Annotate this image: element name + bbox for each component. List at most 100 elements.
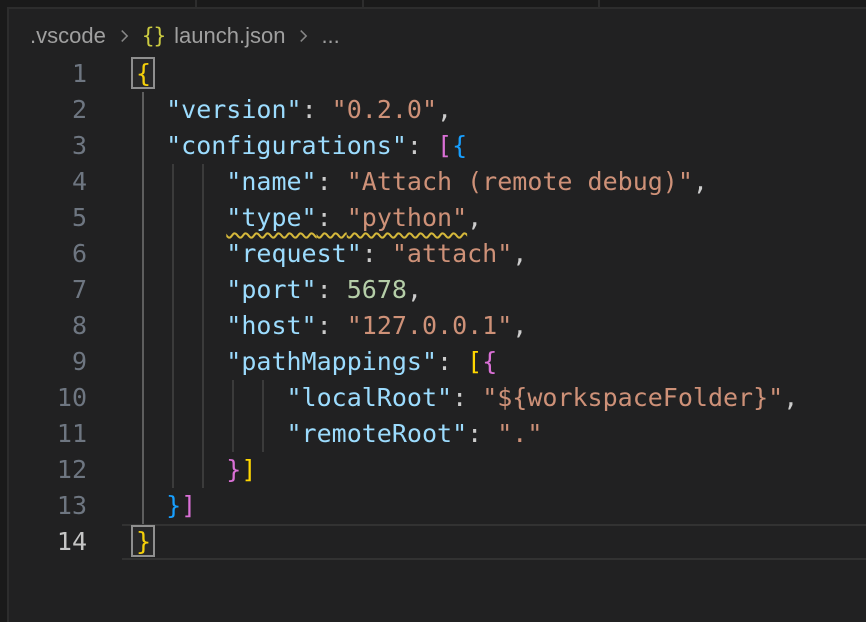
indent-guide xyxy=(142,128,144,164)
code-line[interactable]: 8"host": "127.0.0.1", xyxy=(9,308,866,344)
code-line[interactable]: 7"port": 5678, xyxy=(9,272,866,308)
breadcrumb: .vscode {} launch.json ... xyxy=(30,21,340,51)
indent-guide xyxy=(202,344,204,380)
indent-guide xyxy=(232,416,234,452)
indent-guide xyxy=(142,488,144,524)
line-number[interactable]: 12 xyxy=(9,452,87,488)
code-token: , xyxy=(512,239,527,268)
tab-separator xyxy=(598,0,600,7)
tab-separator xyxy=(362,0,364,7)
line-number[interactable]: 3 xyxy=(9,128,87,164)
code-token: "python" xyxy=(347,203,467,232)
code-line[interactable]: 1{ xyxy=(9,56,866,92)
code-text: "configurations": [{ xyxy=(166,128,467,164)
indent-guide xyxy=(142,344,144,380)
line-number[interactable]: 6 xyxy=(9,236,87,272)
indent-guide xyxy=(262,416,264,452)
indent-guide xyxy=(142,200,144,236)
code-token: "127.0.0.1" xyxy=(347,311,513,340)
code-text: "pathMappings": [{ xyxy=(226,344,497,380)
line-number[interactable]: 10 xyxy=(9,380,87,416)
code-token: "remoteRoot" xyxy=(287,419,468,448)
indent-guide xyxy=(142,416,144,452)
vscode-window: .vscode {} launch.json ... 1{2"version":… xyxy=(0,0,866,622)
code-token: : xyxy=(302,95,332,124)
code-text: }] xyxy=(226,452,256,488)
indent-guide xyxy=(202,272,204,308)
indent-guide xyxy=(142,92,144,128)
code-line[interactable]: 10 "localRoot": "${workspaceFolder}", xyxy=(9,380,866,416)
matched-bracket: } xyxy=(136,524,151,560)
code-token: : xyxy=(407,131,437,160)
code-line[interactable]: 13}] xyxy=(9,488,866,524)
code-token: "0.2.0" xyxy=(332,95,437,124)
line-number[interactable]: 8 xyxy=(9,308,87,344)
code-token: { xyxy=(452,131,467,160)
indent-guide xyxy=(202,164,204,200)
line-number[interactable]: 5 xyxy=(9,200,87,236)
code-line[interactable]: 11 "remoteRoot": "." xyxy=(9,416,866,452)
code-line[interactable]: 2 "version": "0.2.0", xyxy=(9,92,866,128)
code-line[interactable]: 12}] xyxy=(9,452,866,488)
code-token: "pathMappings" xyxy=(226,347,437,376)
code-token: : xyxy=(317,203,347,232)
code-token: , xyxy=(693,167,708,196)
indent-guide xyxy=(202,416,204,452)
breadcrumb-file[interactable]: launch.json xyxy=(174,23,285,49)
code-token: , xyxy=(407,275,422,304)
code-text: { xyxy=(136,56,151,92)
indent-guide xyxy=(142,452,144,488)
code-token: } xyxy=(166,491,181,520)
code-token: , xyxy=(467,203,482,232)
code-editor[interactable]: 1{2"version": "0.2.0",3"configurations":… xyxy=(9,56,866,560)
code-text: }] xyxy=(166,488,196,524)
line-number[interactable]: 2 xyxy=(9,92,87,128)
indent-guide xyxy=(142,380,144,416)
indent-guide xyxy=(172,452,174,488)
code-token: "." xyxy=(497,419,542,448)
code-line[interactable]: 14} xyxy=(9,524,866,560)
code-text: "name": "Attach (remote debug)", xyxy=(226,164,708,200)
code-text: "remoteRoot": "." xyxy=(287,416,543,452)
editor-pane: .vscode {} launch.json ... 1{2"version":… xyxy=(7,7,866,622)
code-text: "type": "python", xyxy=(226,200,482,236)
code-line[interactable]: 9 "pathMappings": [{ xyxy=(9,344,866,380)
code-token: "attach" xyxy=(392,239,512,268)
code-token: "configurations" xyxy=(166,131,407,160)
line-number[interactable]: 14 xyxy=(9,524,87,560)
code-token: "version" xyxy=(166,95,301,124)
code-token: , xyxy=(437,95,452,124)
indent-guide xyxy=(202,452,204,488)
code-token: : xyxy=(362,239,392,268)
line-number[interactable]: 11 xyxy=(9,416,87,452)
code-token: "port" xyxy=(226,275,316,304)
code-token: "type" xyxy=(226,203,316,232)
code-line[interactable]: 3 "configurations": [{ xyxy=(9,128,866,164)
code-text: "localRoot": "${workspaceFolder}", xyxy=(287,380,799,416)
indent-guide xyxy=(202,380,204,416)
line-number[interactable]: 1 xyxy=(9,56,87,92)
line-number[interactable]: 7 xyxy=(9,272,87,308)
indent-guide xyxy=(262,380,264,416)
indent-guide xyxy=(172,308,174,344)
code-token: "localRoot" xyxy=(287,383,453,412)
matched-bracket: { xyxy=(136,56,151,92)
code-line[interactable]: 4 "name": "Attach (remote debug)", xyxy=(9,164,866,200)
code-token: : xyxy=(317,275,347,304)
code-line[interactable]: 5 "type": "python", xyxy=(9,200,866,236)
code-token: : xyxy=(317,167,347,196)
line-number[interactable]: 13 xyxy=(9,488,87,524)
breadcrumb-symbol-placeholder[interactable]: ... xyxy=(321,23,339,49)
tab-separator xyxy=(195,0,197,7)
breadcrumb-folder[interactable]: .vscode xyxy=(30,23,106,49)
line-number[interactable]: 9 xyxy=(9,344,87,380)
indent-guide xyxy=(172,344,174,380)
tab-bar-edge xyxy=(0,0,866,7)
indent-guide xyxy=(172,272,174,308)
line-number[interactable]: 4 xyxy=(9,164,87,200)
code-token: { xyxy=(482,347,497,376)
code-text: "version": "0.2.0", xyxy=(166,92,452,128)
indent-guide xyxy=(172,380,174,416)
code-token: "host" xyxy=(226,311,316,340)
code-line[interactable]: 6"request": "attach", xyxy=(9,236,866,272)
